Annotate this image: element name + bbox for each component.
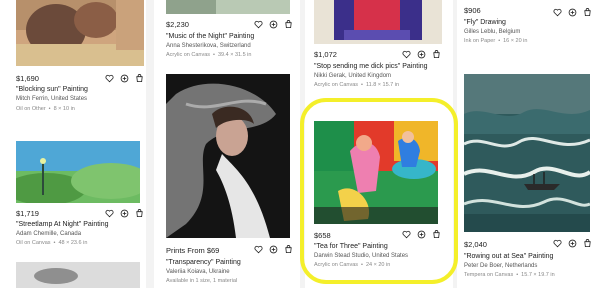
price: $658 <box>314 231 331 240</box>
medium: Ink on Paper <box>464 38 496 44</box>
artist-name[interactable]: Mitch Ferrin, United States <box>16 96 87 102</box>
add-circle-icon[interactable] <box>269 245 278 254</box>
heart-icon[interactable] <box>553 8 562 17</box>
heart-icon[interactable] <box>105 209 114 218</box>
add-circle-icon[interactable] <box>120 74 129 83</box>
heart-icon[interactable] <box>105 74 114 83</box>
separator: • <box>213 52 215 58</box>
separator: • <box>53 240 56 246</box>
cart-icon[interactable] <box>135 209 144 218</box>
cart-icon[interactable] <box>583 239 592 248</box>
price: $1,072 <box>314 50 337 59</box>
medium: Tempera on Canvas <box>464 272 514 278</box>
card-actions <box>105 74 144 83</box>
heart-icon[interactable] <box>254 245 263 254</box>
add-circle-icon[interactable] <box>120 209 129 218</box>
card-actions <box>553 8 592 17</box>
separator: • <box>361 262 363 268</box>
artwork-title[interactable]: "Tea for Three" Painting <box>314 243 388 250</box>
card-actions <box>402 230 441 239</box>
add-circle-icon[interactable] <box>568 239 577 248</box>
dimensions: 15.7 × 19.7 in <box>521 272 555 278</box>
heart-icon[interactable] <box>254 20 263 29</box>
artist-name[interactable]: Peter De Boer, Netherlands <box>464 263 537 269</box>
artist-name[interactable]: Anna Shesterikova, Switzerland <box>166 43 251 49</box>
card-actions <box>553 239 592 248</box>
artist-name[interactable]: Gilles Leblu, Belgium <box>464 29 520 35</box>
artwork-meta: Ink on Paper • 16 × 20 in <box>464 38 527 44</box>
price: $2,040 <box>464 240 487 249</box>
artist-name[interactable]: Adam Chemille, Canada <box>16 231 81 237</box>
card-actions <box>254 20 293 29</box>
artwork-meta: Oil on Canvas • 48 × 23.6 in <box>16 240 87 246</box>
artist-name[interactable]: Nikki Gerak, United Kingdom <box>314 73 391 79</box>
dimensions: 24 × 20 in <box>365 262 391 268</box>
price: $2,230 <box>166 20 189 29</box>
dimensions: 48 × 23.6 in <box>58 240 88 246</box>
artist-name[interactable]: Valeriia Koiava, Ukraine <box>166 269 230 275</box>
artwork-image-blocking-sun[interactable] <box>16 0 144 66</box>
price: $1,690 <box>16 74 39 83</box>
medium: Acrylic on Canvas <box>314 262 359 268</box>
artwork-image-transparency[interactable] <box>166 74 290 238</box>
heart-icon[interactable] <box>402 50 411 59</box>
artwork-image-tea-for-three[interactable] <box>314 121 438 224</box>
artwork-image-partial[interactable] <box>16 262 140 288</box>
artwork-title[interactable]: "Blocking sun" Painting <box>16 86 88 93</box>
artwork-meta: Available in 1 size, 1 material <box>166 278 238 284</box>
separator: • <box>361 82 363 88</box>
artwork-image-streetlamp[interactable] <box>16 141 140 203</box>
dimensions: 8 × 10 in <box>53 106 75 112</box>
cart-icon[interactable] <box>135 74 144 83</box>
artwork-meta: Acrylic on Canvas • 39.4 × 31.5 in <box>166 52 251 58</box>
price: Prints From $69 <box>166 246 220 255</box>
artwork-image-rowing-out-at-sea[interactable] <box>464 74 590 232</box>
price: $1,719 <box>16 209 39 218</box>
medium: Oil on Other <box>16 106 46 112</box>
artwork-image-stop-sending[interactable] <box>314 0 442 44</box>
heart-icon[interactable] <box>402 230 411 239</box>
card-actions <box>254 245 293 254</box>
separator: • <box>516 272 519 278</box>
artwork-title[interactable]: "Streetlamp At Night" Painting <box>16 221 109 228</box>
cart-icon[interactable] <box>583 8 592 17</box>
add-circle-icon[interactable] <box>417 50 426 59</box>
artwork-title[interactable]: "Stop sending me dick pics" Painting <box>314 63 428 70</box>
card-actions <box>402 50 441 59</box>
add-circle-icon[interactable] <box>568 8 577 17</box>
dimensions: 39.4 × 31.5 in <box>217 52 252 58</box>
artwork-meta: Acrylic on Canvas • 11.8 × 15.7 in <box>314 82 399 88</box>
artwork-title[interactable]: "Fly" Drawing <box>464 19 506 26</box>
dimensions: 16 × 20 in <box>503 38 528 44</box>
heart-icon[interactable] <box>553 239 562 248</box>
cart-icon[interactable] <box>432 230 441 239</box>
separator: • <box>48 106 51 112</box>
cart-icon[interactable] <box>284 245 293 254</box>
card-actions <box>105 209 144 218</box>
cart-icon[interactable] <box>432 50 441 59</box>
artwork-meta: Tempera on Canvas • 15.7 × 19.7 in <box>464 272 555 278</box>
artwork-title[interactable]: "Transparency" Painting <box>166 259 241 266</box>
separator: • <box>498 38 501 44</box>
artwork-title[interactable]: "Rowing out at Sea" Painting <box>464 253 553 260</box>
add-circle-icon[interactable] <box>417 230 426 239</box>
cart-icon[interactable] <box>284 20 293 29</box>
medium: Acrylic on Canvas <box>314 82 359 88</box>
medium: Acrylic on Canvas <box>166 52 211 58</box>
artwork-title[interactable]: "Music of the Night" Painting <box>166 33 254 40</box>
artist-name[interactable]: Darwin Stead Studio, United States <box>314 253 408 259</box>
artwork-meta: Acrylic on Canvas • 24 × 20 in <box>314 262 390 268</box>
dimensions: 11.8 × 15.7 in <box>365 82 400 88</box>
artwork-image-music-of-the-night[interactable] <box>166 0 290 14</box>
price: $906 <box>464 6 481 15</box>
add-circle-icon[interactable] <box>269 20 278 29</box>
artwork-meta: Oil on Other • 8 × 10 in <box>16 106 75 112</box>
medium: Oil on Canvas <box>16 240 51 246</box>
